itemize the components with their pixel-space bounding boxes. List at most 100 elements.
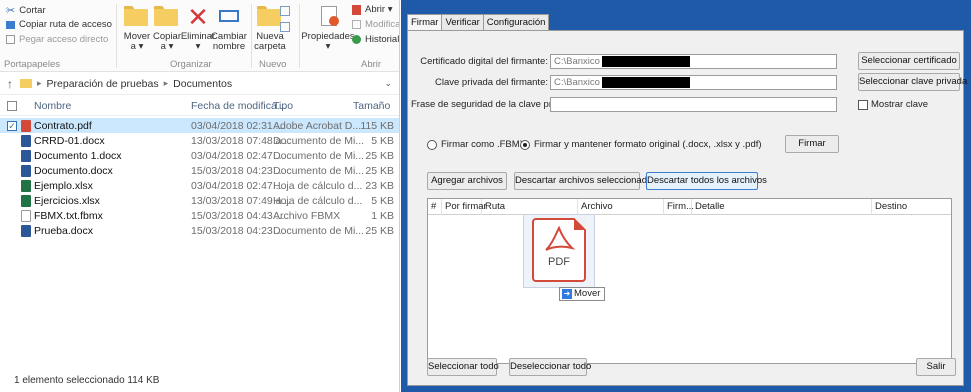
- ribbon-divider: [299, 4, 300, 68]
- certificado-label: Certificado digital del firmante:: [420, 56, 548, 67]
- new-item-icon[interactable]: [280, 6, 290, 16]
- th-archivo[interactable]: Archivo: [578, 199, 664, 215]
- seleccionar-todo-button[interactable]: Seleccionar todo: [427, 358, 499, 376]
- file-type: Hoja de cálculo d...: [273, 179, 363, 192]
- column-headers: Nombre Fecha de modifica... Tipo Tamaño: [0, 96, 399, 116]
- nuevo-group-label: Nuevo: [259, 59, 287, 70]
- seleccionar-clave-button[interactable]: Seleccionar clave privada: [858, 73, 967, 91]
- doc-file-icon: [21, 224, 31, 237]
- delete-x-icon: ✕: [187, 2, 209, 32]
- scissors-icon: ✂: [6, 5, 16, 17]
- file-type: Documento de Mi...: [273, 224, 365, 237]
- file-name: Prueba.docx: [34, 224, 93, 237]
- tab-firmar[interactable]: Firmar: [407, 14, 443, 31]
- move-tooltip: ➜ Mover: [559, 287, 606, 301]
- edit-icon: [352, 20, 361, 29]
- file-name: Contrato.pdf: [34, 119, 92, 132]
- row-checkbox[interactable]: [7, 226, 17, 236]
- row-checkbox[interactable]: [7, 181, 17, 191]
- clave-privada-field[interactable]: C:\Banxico: [550, 75, 837, 90]
- row-checkbox[interactable]: [7, 151, 17, 161]
- file-row[interactable]: FBMX.txt.fbmx 15/03/2018 04:43 ... Archivo…: [0, 208, 399, 223]
- acrobat-logo-icon: [545, 226, 576, 251]
- radio-formato-original[interactable]: Firmar y mantener formato original (.doc…: [520, 139, 762, 150]
- agregar-archivos-button[interactable]: Agregar archivos: [427, 172, 507, 190]
- file-row[interactable]: ✓ Contrato.pdf 03/04/2018 02:31 ... Adobe A…: [0, 118, 399, 133]
- signer-app-window: Firmar Verificar Configuración Certifica…: [401, 0, 971, 392]
- column-tipo[interactable]: Tipo: [273, 100, 293, 112]
- move-arrow-icon: ➜: [562, 289, 572, 299]
- redacted-mask: [601, 76, 690, 88]
- organizar-group-label: Organizar: [170, 59, 212, 70]
- descartar-todos-button[interactable]: Descartar todos los archivos: [646, 172, 767, 190]
- file-row[interactable]: Prueba.docx 15/03/2018 04:23 ... Documento…: [0, 223, 399, 238]
- deseleccionar-todo-button[interactable]: Deseleccionar todo: [509, 358, 591, 376]
- mostrar-clave-checkbox[interactable]: Mostrar clave: [858, 99, 928, 110]
- seleccionar-certificado-button[interactable]: Seleccionar certificado: [858, 52, 960, 70]
- column-fecha[interactable]: Fecha de modifica...: [191, 100, 286, 112]
- certificado-field[interactable]: C:\Banxico: [550, 54, 837, 69]
- th-firmado[interactable]: Firm...: [664, 199, 694, 215]
- breadcrumb: ▸ Preparación de pruebas ▸ Documentos: [20, 78, 232, 90]
- radio-dot: [427, 139, 437, 150]
- th-destino[interactable]: Destino: [872, 199, 953, 215]
- cambiar-nombre-button[interactable]: Cambiar nombre: [209, 4, 249, 52]
- breadcrumb-item[interactable]: Documentos: [173, 78, 232, 90]
- file-size: 23 KB: [365, 179, 394, 192]
- file-type: Archivo FBMX: [273, 209, 341, 222]
- propiedades-button[interactable]: Propiedades ▾: [301, 4, 355, 52]
- file-explorer-window: ✂ Cortar Copiar ruta de acceso Pegar acc…: [0, 0, 400, 392]
- row-checkbox[interactable]: [7, 211, 17, 221]
- chevron-down-icon[interactable]: ⌄: [384, 78, 392, 89]
- folder-icon: [20, 79, 32, 88]
- chevron-right-icon: ▸: [37, 78, 42, 88]
- salir-button[interactable]: Salir: [916, 358, 956, 376]
- firmar-button[interactable]: Firmar: [785, 135, 839, 153]
- radio-firmar-fbmx[interactable]: Firmar como .FBMX: [427, 139, 526, 150]
- column-tamano[interactable]: Tamaño: [353, 100, 390, 112]
- file-date: 03/04/2018 02:47 ...: [191, 179, 285, 192]
- easy-access-icon[interactable]: [280, 22, 290, 32]
- file-row[interactable]: Documento 1.docx 03/04/2018 02:47 ... Docu…: [0, 148, 399, 163]
- row-checkbox[interactable]: ✓: [7, 120, 17, 131]
- cortar-button[interactable]: ✂ Cortar: [6, 4, 46, 17]
- tab-configuracion[interactable]: Configuración: [482, 14, 550, 30]
- modificar-button[interactable]: Modificar: [352, 19, 399, 30]
- th-index[interactable]: #: [428, 199, 442, 215]
- redacted-mask: [601, 55, 690, 67]
- file-date: 03/04/2018 02:47 ...: [191, 149, 285, 162]
- copiar-ruta-button[interactable]: Copiar ruta de acceso: [6, 19, 112, 30]
- file-size: 25 KB: [365, 149, 394, 162]
- breadcrumb-item[interactable]: Preparación de pruebas: [47, 78, 159, 90]
- xls-file-icon: [21, 179, 31, 192]
- doc-file-icon: [21, 164, 31, 177]
- row-checkbox[interactable]: [7, 166, 17, 176]
- file-size: 5 KB: [371, 194, 394, 207]
- row-checkbox[interactable]: [7, 136, 17, 146]
- select-all-checkbox[interactable]: [7, 100, 17, 111]
- files-table[interactable]: # Por firmar Ruta Archivo Firm... Detall…: [427, 198, 952, 364]
- file-list: ✓ Contrato.pdf 03/04/2018 02:31 ... Adobe A…: [0, 118, 399, 238]
- row-checkbox[interactable]: [7, 196, 17, 206]
- up-arrow-icon[interactable]: ↑: [0, 77, 20, 91]
- file-row[interactable]: Ejemplo.xlsx 03/04/2018 02:47 ... Hoja de …: [0, 178, 399, 193]
- file-row[interactable]: Ejercicios.xlsx 13/03/2018 07:49 a... Hoja…: [0, 193, 399, 208]
- th-detalle[interactable]: Detalle: [692, 199, 872, 215]
- status-bar: 1 elemento seleccionado 114 KB: [14, 375, 160, 386]
- file-row[interactable]: CRRD-01.docx 13/03/2018 07:48 a... Documen…: [0, 133, 399, 148]
- file-date: 15/03/2018 04:23 ...: [191, 164, 285, 177]
- tab-verificar[interactable]: Verificar: [441, 14, 484, 30]
- address-bar[interactable]: ↑ ▸ Preparación de pruebas ▸ Documentos …: [0, 73, 399, 95]
- file-row[interactable]: Documento.docx 15/03/2018 04:23 ... Docume…: [0, 163, 399, 178]
- checkbox-box: [858, 99, 868, 110]
- file-date: 15/03/2018 04:23 ...: [191, 224, 285, 237]
- th-por-firmar[interactable]: Por firmar: [442, 199, 487, 215]
- descartar-seleccionados-button[interactable]: Descartar archivos seleccionados: [514, 172, 657, 190]
- abrir-button[interactable]: Abrir ▾: [352, 4, 392, 15]
- th-ruta[interactable]: Ruta: [482, 199, 578, 215]
- frase-field[interactable]: [550, 97, 837, 112]
- historial-button[interactable]: Historial: [352, 34, 399, 45]
- column-nombre[interactable]: Nombre: [34, 100, 71, 112]
- pegar-acceso-button[interactable]: Pegar acceso directo: [6, 34, 108, 45]
- firmar-panel: Certificado digital del firmante: C:\Ban…: [407, 30, 967, 386]
